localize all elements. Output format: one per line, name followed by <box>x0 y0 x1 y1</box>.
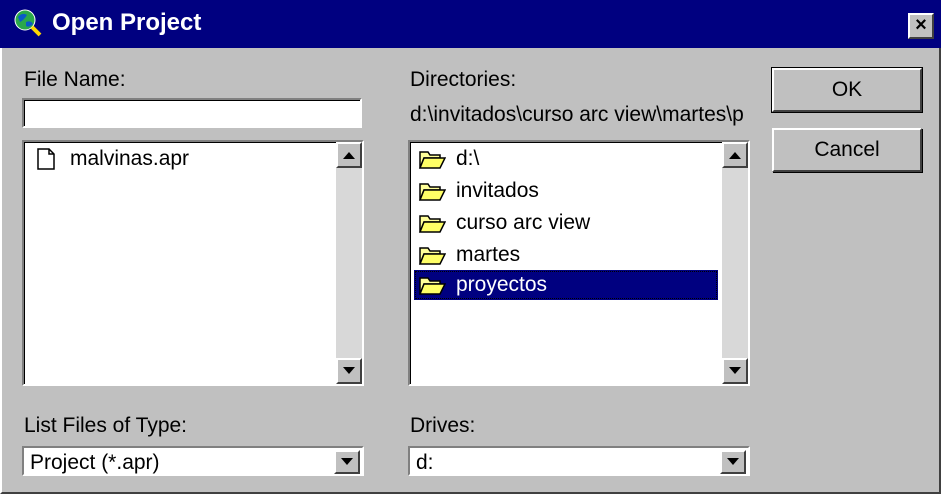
cancel-button-label: Cancel <box>814 138 880 161</box>
file-type-label: List Files of Type: <box>24 414 188 437</box>
list-item[interactable]: malvinas.apr <box>32 144 189 174</box>
directory-list[interactable]: d:\ invitados curso arc view martes proy… <box>408 140 750 386</box>
scroll-down-button[interactable] <box>722 358 748 384</box>
open-folder-icon <box>418 215 446 233</box>
open-folder-icon <box>418 277 446 295</box>
drives-label: Drives: <box>410 414 476 437</box>
directory-name: d:\ <box>456 147 480 170</box>
drives-dropdown-button[interactable] <box>720 450 746 474</box>
drives-select[interactable]: d: <box>408 446 750 476</box>
file-type-dropdown-button[interactable] <box>334 450 360 474</box>
window-title: Open Project <box>52 9 202 36</box>
open-folder-icon <box>418 247 446 265</box>
cancel-button[interactable]: Cancel <box>772 128 922 172</box>
ok-button-label: OK <box>831 78 863 101</box>
drives-value: d: <box>416 451 434 474</box>
app-globe-icon <box>14 9 42 37</box>
list-item-selected[interactable]: proyectos <box>418 270 547 300</box>
document-icon <box>37 148 55 170</box>
scroll-down-button[interactable] <box>336 358 362 384</box>
close-icon: × <box>915 14 927 36</box>
scroll-up-button[interactable] <box>336 142 362 168</box>
file-list[interactable]: malvinas.apr <box>22 140 364 386</box>
directories-label: Directories: <box>410 68 517 91</box>
arrow-down-icon <box>729 367 741 374</box>
file-type-select[interactable]: Project (*.apr) <box>22 446 364 476</box>
file-list-scrollbar[interactable] <box>336 142 362 384</box>
open-folder-icon <box>418 183 446 201</box>
arrow-up-icon <box>729 152 741 159</box>
file-type-value: Project (*.apr) <box>30 451 160 474</box>
scroll-up-button[interactable] <box>722 142 748 168</box>
chevron-down-icon <box>341 458 353 465</box>
close-button[interactable]: × <box>908 13 934 39</box>
directory-name: proyectos <box>456 273 548 296</box>
directory-name: invitados <box>456 179 539 202</box>
chevron-down-icon <box>727 458 739 465</box>
directory-list-scrollbar[interactable] <box>722 142 748 384</box>
arrow-down-icon <box>343 367 355 374</box>
file-name-input[interactable] <box>22 98 362 128</box>
current-path: d:\invitados\curso arc view\martes\p <box>410 103 744 126</box>
open-folder-icon <box>418 151 446 169</box>
title-bar[interactable]: Open Project × <box>0 0 941 48</box>
list-item[interactable]: d:\ <box>418 144 479 174</box>
directory-name: curso arc view <box>456 211 591 234</box>
file-name: malvinas.apr <box>70 147 190 170</box>
arrow-up-icon <box>343 152 355 159</box>
ok-button[interactable]: OK <box>772 68 922 112</box>
list-item[interactable]: curso arc view <box>418 208 590 238</box>
list-item[interactable]: martes <box>418 240 520 270</box>
list-item[interactable]: invitados <box>418 176 539 206</box>
directory-name: martes <box>456 243 521 266</box>
file-name-label: File Name: <box>24 68 126 91</box>
